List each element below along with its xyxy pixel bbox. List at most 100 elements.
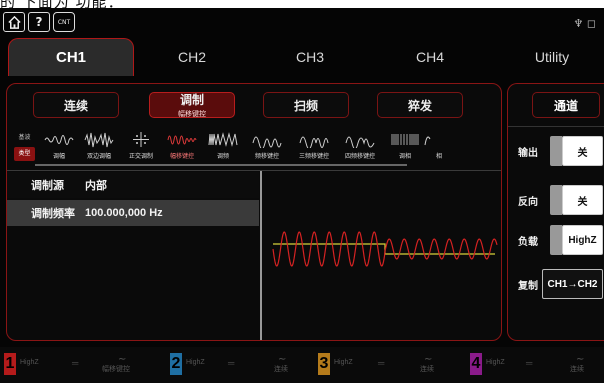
channel-side-panel: 通道 输出 关 反向 关 负载 HighZ 复制 CH1→CH2 xyxy=(507,83,604,341)
usb-icon: ♆ ◻ xyxy=(573,17,597,30)
param-mod-source-value: 内部 xyxy=(85,180,107,192)
qam-icon xyxy=(133,132,149,147)
modulated-carrier-wave xyxy=(272,231,498,267)
mod-dsb-am-button[interactable]: 双边调幅 xyxy=(79,131,119,165)
channel-3-arrows-icon: ═ xyxy=(378,358,385,368)
copy-channel-button[interactable]: CH1→CH2 xyxy=(542,269,603,299)
modulation-bar-scrollbar[interactable] xyxy=(35,164,407,166)
channel-4-status[interactable]: 4 HighZ ═ ∼ 连续 xyxy=(466,347,604,383)
tab-utility[interactable]: Utility xyxy=(500,38,604,76)
channel-2-status[interactable]: 2 HighZ ═ ∼ 连续 xyxy=(166,347,311,383)
load-label: 负载 xyxy=(518,237,538,248)
mode-modulation-button[interactable]: 调制 幅移键控 xyxy=(149,92,235,118)
mod-psk-label: 相 xyxy=(435,154,442,160)
param-mod-source-key: 调制源 xyxy=(31,180,64,192)
mode-burst-label: 猝发 xyxy=(407,98,432,113)
mod-am-label: 调幅 xyxy=(52,154,65,160)
channel-4-impedance: HighZ xyxy=(486,359,505,366)
mod-4fsk-button[interactable]: 四频移键控 xyxy=(337,131,383,165)
channel-1-number: 1 xyxy=(4,353,16,375)
ask-wave-icon xyxy=(167,135,197,145)
mod-fsk-button[interactable]: 频移键控 xyxy=(245,131,289,165)
mod-qam-label: 正交调制 xyxy=(128,154,153,160)
channel-2-number: 2 xyxy=(170,353,182,375)
invert-toggle[interactable]: 关 xyxy=(562,185,603,215)
param-mod-source-row[interactable]: 调制源 内部 xyxy=(7,172,259,198)
fsk-wave-icon xyxy=(252,136,282,148)
output-toggle-handle[interactable] xyxy=(550,136,562,166)
channel-3-impedance: HighZ xyxy=(334,359,353,366)
channel-2-arrows-icon: ═ xyxy=(228,358,235,368)
channel-1-status[interactable]: 1 HighZ ═ ∼ 幅移键控 xyxy=(0,347,151,383)
channel-status-strip: 1 HighZ ═ ∼ 幅移键控 2 HighZ ═ ∼ 连续 3 HighZ … xyxy=(0,347,604,383)
mod-fsk-label: 频移键控 xyxy=(254,154,279,160)
load-row: 负载 HighZ xyxy=(508,225,604,255)
wave-tag-base: 基波 xyxy=(18,135,31,141)
ch1-settings-panel: 连续 调制 幅移键控 扫频 猝发 基波 类型 调幅 双边调幅 正交调制 幅移键控… xyxy=(6,83,502,341)
mod-3fsk-button[interactable]: 三频移键控 xyxy=(291,131,337,165)
mod-am-button[interactable]: 调幅 xyxy=(41,131,77,165)
mode-sweep-button[interactable]: 扫频 xyxy=(263,92,349,118)
param-mod-freq-value: 100.000,000 Hz xyxy=(85,207,163,219)
mode-sweep-label: 扫频 xyxy=(293,98,318,113)
invert-toggle-handle[interactable] xyxy=(550,185,562,215)
wave-type-tag[interactable]: 基波 类型 xyxy=(14,132,35,162)
mode-modulation-label: 调制 xyxy=(179,93,204,107)
3fsk-wave-icon xyxy=(299,136,329,148)
channel-1-impedance: HighZ xyxy=(20,359,39,366)
side-panel-divider xyxy=(508,126,604,127)
invert-label: 反向 xyxy=(518,197,538,208)
channel-1-mode: 幅移键控 xyxy=(102,366,130,373)
ask-waveform-plot xyxy=(272,231,498,267)
tab-ch1[interactable]: CH1 xyxy=(8,38,134,76)
mod-4fsk-label: 四频移键控 xyxy=(344,154,375,160)
mod-psk-button[interactable]: 相 xyxy=(424,131,451,165)
output-row: 输出 关 xyxy=(508,136,604,166)
mod-qam-button[interactable]: 正交调制 xyxy=(121,131,161,165)
invert-row: 反向 关 xyxy=(508,185,604,215)
am-wave-icon xyxy=(44,135,74,145)
dsb-am-wave-icon xyxy=(84,132,114,148)
tab-ch2[interactable]: CH2 xyxy=(134,38,250,76)
mod-dsb-am-label: 双边调幅 xyxy=(86,154,111,160)
mode-continuous-button[interactable]: 连续 xyxy=(33,92,119,118)
channel-4-mode: 连续 xyxy=(570,366,584,373)
mode-burst-button[interactable]: 猝发 xyxy=(377,92,463,118)
counter-icon[interactable]: CNT xyxy=(53,12,75,32)
mod-ask-button[interactable]: 幅移键控 xyxy=(161,131,203,165)
load-toggle[interactable]: HighZ xyxy=(562,225,603,255)
channel-3-status[interactable]: 3 HighZ ═ ∼ 连续 xyxy=(314,347,460,383)
tab-ch3[interactable]: CH3 xyxy=(250,38,370,76)
counter-icon-label: CNT xyxy=(57,18,71,26)
channel-tabs: CH1 CH2 CH3 CH4 Utility xyxy=(0,38,604,76)
param-divider xyxy=(260,171,262,340)
help-icon[interactable]: ? xyxy=(28,12,50,32)
tab-ch4[interactable]: CH4 xyxy=(370,38,490,76)
status-bar: ? CNT ♆ ◻ xyxy=(0,8,604,36)
channel-2-mode: 连续 xyxy=(274,366,288,373)
pm-wave-icon xyxy=(391,134,419,145)
param-mod-freq-key: 调制频率 xyxy=(31,208,75,220)
panel-divider xyxy=(7,170,501,171)
output-toggle[interactable]: 关 xyxy=(562,136,603,166)
psk-wave-icon xyxy=(424,136,431,146)
output-label: 输出 xyxy=(518,148,538,159)
home-icon[interactable] xyxy=(3,12,25,32)
modulation-type-bar: 调幅 双边调幅 正交调制 幅移键控 调频 频移键控 三频移键控 四频移键控 调相… xyxy=(35,131,501,165)
4fsk-wave-icon xyxy=(345,136,375,148)
mod-fm-button[interactable]: 调频 xyxy=(203,131,243,165)
load-toggle-handle[interactable] xyxy=(550,225,562,255)
top-strip: 的 下面为 功能： xyxy=(0,0,604,8)
generator-screen: ? CNT ♆ ◻ CH1 CH2 CH3 CH4 Utility 连续 调制 … xyxy=(0,8,604,383)
channel-4-arrows-icon: ═ xyxy=(526,358,533,368)
wave-tag-type: 类型 xyxy=(14,147,35,161)
mod-ask-label: 幅移键控 xyxy=(169,154,194,160)
top-strip-text: 的 下面为 功能： xyxy=(0,0,124,8)
param-mod-freq-row[interactable]: 调制频率 100.000,000 Hz xyxy=(7,200,259,226)
mod-pm-button[interactable]: 调相 xyxy=(387,131,423,165)
copy-label: 复制 xyxy=(518,281,538,292)
channel-4-number: 4 xyxy=(470,353,482,375)
mod-3fsk-label: 三频移键控 xyxy=(298,154,329,160)
mod-fm-label: 调频 xyxy=(216,154,229,160)
channel-2-impedance: HighZ xyxy=(186,359,205,366)
